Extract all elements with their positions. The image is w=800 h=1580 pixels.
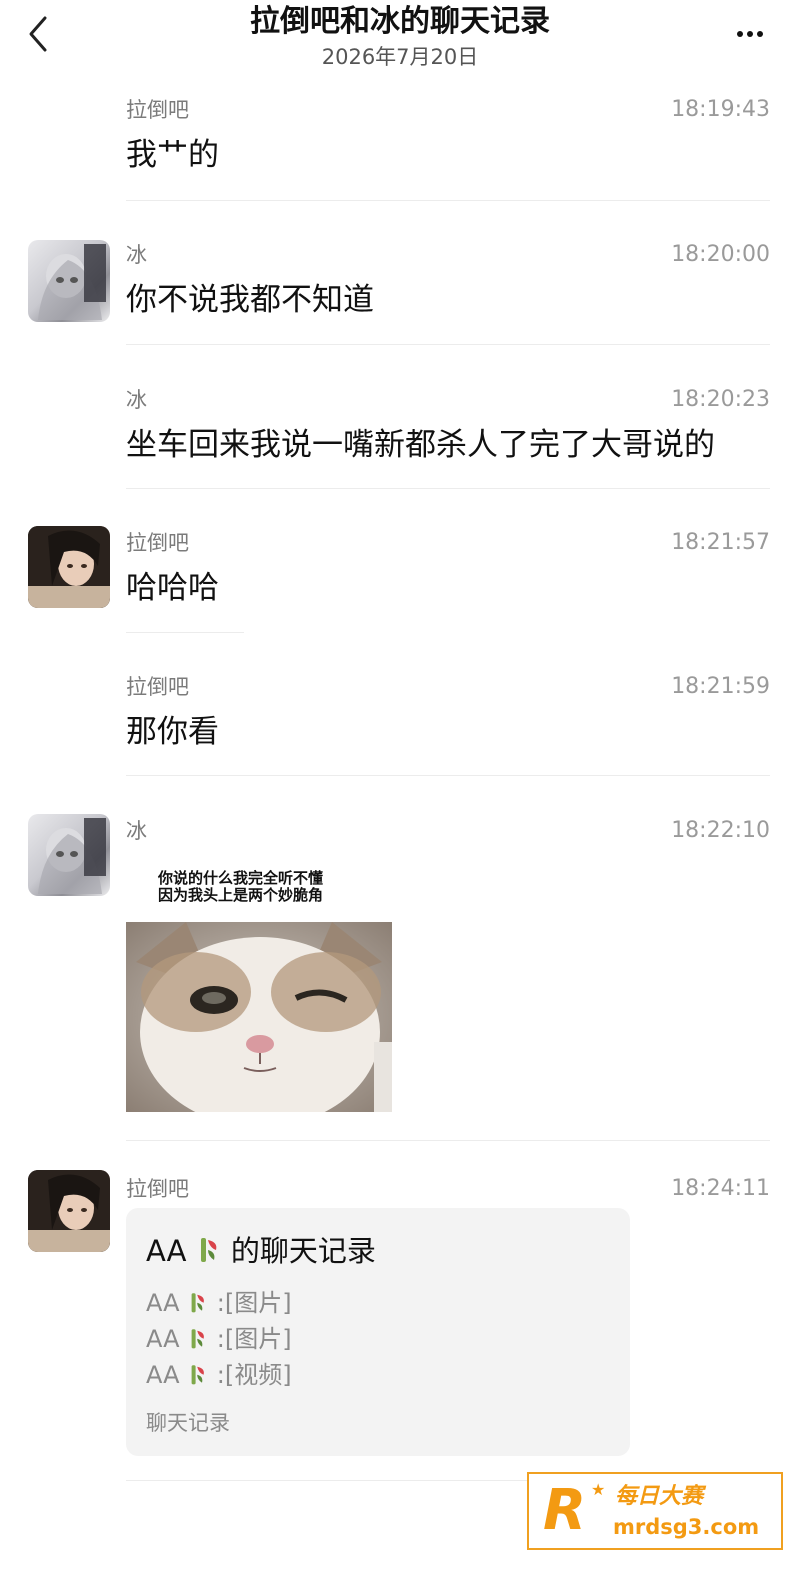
divider	[126, 775, 770, 776]
chat-record-line: AA :[图片]	[146, 1288, 292, 1318]
watermark-logo-letter: R	[543, 1478, 587, 1543]
sticker-caption-line: 你说的什么我完全听不懂	[158, 869, 324, 887]
ellipsis-icon	[757, 31, 763, 37]
chat-record-line: AA :[图片]	[146, 1324, 292, 1354]
chat-record-line: AA :[视频]	[146, 1360, 292, 1390]
chat-record-footer: 聊天记录	[146, 1411, 230, 1435]
message-text[interactable]: 我艹的	[126, 135, 219, 175]
avatar-image	[28, 1170, 110, 1252]
top-bar: 拉倒吧和冰的聊天记录 2026年7月20日	[0, 0, 800, 84]
ellipsis-icon	[737, 31, 743, 37]
sender-name: 冰	[126, 388, 147, 412]
avatar[interactable]	[28, 1170, 110, 1252]
sender-name: 冰	[126, 243, 147, 267]
sprout-icon	[200, 1238, 217, 1262]
chat-record-line-name: AA	[146, 1289, 180, 1317]
watermark-url: mrdsg3.com	[613, 1515, 760, 1539]
star-icon: ★	[591, 1480, 606, 1499]
message-time: 18:20:23	[671, 387, 770, 412]
page-date: 2026年7月20日	[321, 45, 479, 69]
avatar-image	[38, 244, 106, 320]
avatar-image	[28, 526, 110, 608]
message-time: 18:20:00	[671, 242, 770, 267]
chat-record-title: AA 的聊天记录	[146, 1234, 376, 1268]
message-time: 18:19:43	[671, 97, 770, 122]
message-text[interactable]: 你不说我都不知道	[126, 280, 374, 320]
sprout-icon	[191, 1293, 205, 1313]
sender-name: 拉倒吧	[126, 98, 189, 122]
chat-record-line-name: AA	[146, 1325, 180, 1353]
message-text[interactable]: 坐车回来我说一嘴新都杀人了完了大哥说的	[126, 425, 715, 465]
sticker-caption-line: 因为我头上是两个妙脆角	[158, 886, 324, 904]
more-button[interactable]	[728, 22, 772, 46]
avatar[interactable]	[28, 526, 110, 608]
chat-record-card[interactable]: AA 的聊天记录 AA :[图片] AA :[图片] AA:[视频] 聊天记录	[126, 1208, 630, 1456]
message-time: 18:22:10	[671, 818, 770, 843]
chat-record-line-name: AA	[146, 1361, 180, 1389]
sender-name: 拉倒吧	[126, 531, 189, 555]
chat-record-line-content: :[图片]	[216, 1325, 292, 1353]
chat-record-title-prefix: AA	[146, 1234, 187, 1268]
message-time: 18:21:59	[671, 674, 770, 699]
message-time: 18:21:57	[671, 530, 770, 555]
message-time: 18:24:11	[671, 1176, 770, 1201]
watermark-brand: 每日大赛	[615, 1484, 704, 1509]
cat-sticker-image[interactable]	[126, 922, 392, 1112]
ellipsis-icon	[747, 31, 753, 37]
watermark-logo: R ★ 每日大赛 mrdsg3.com	[527, 1472, 783, 1550]
divider	[126, 1140, 770, 1141]
divider	[126, 632, 244, 633]
divider	[126, 488, 770, 489]
chat-record-title-suffix: 的聊天记录	[230, 1234, 376, 1268]
page-title: 拉倒吧和冰的聊天记录	[250, 4, 550, 39]
sender-name: 拉倒吧	[126, 675, 189, 699]
chat-record-line-content: :[图片]	[216, 1289, 292, 1317]
avatar[interactable]	[28, 814, 110, 896]
divider	[126, 200, 770, 201]
message-text[interactable]: 哈哈哈	[126, 568, 219, 608]
sender-name: 冰	[126, 819, 147, 843]
sender-name: 拉倒吧	[126, 1177, 189, 1201]
avatar[interactable]	[28, 240, 110, 322]
sprout-icon	[191, 1329, 205, 1349]
cat-face-illustration	[126, 922, 392, 1112]
message-text[interactable]: 那你看	[126, 712, 219, 752]
sprout-icon	[191, 1365, 205, 1385]
avatar-image	[38, 818, 106, 894]
divider	[126, 344, 770, 345]
chat-record-line-content: :[视频]	[216, 1361, 292, 1389]
